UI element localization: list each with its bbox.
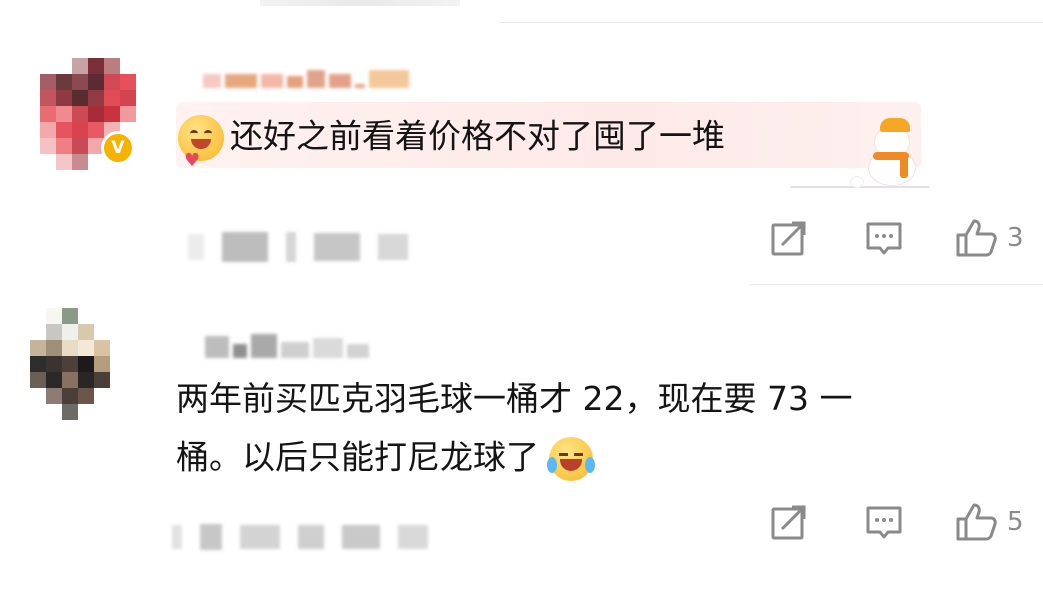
- username[interactable]: [203, 70, 409, 88]
- divider-middle: [750, 284, 1043, 285]
- laughing-tears-emoji-icon: [547, 437, 595, 481]
- verified-badge: V: [101, 131, 135, 165]
- comment-meta: [172, 524, 428, 550]
- like-count: 3: [1007, 223, 1024, 253]
- share-button[interactable]: [770, 219, 808, 257]
- comment-actions: 5: [770, 502, 1024, 542]
- hug-emoji-icon: ♥: [178, 115, 224, 171]
- share-icon: [771, 505, 806, 540]
- reply-button[interactable]: [865, 503, 903, 541]
- comment-text: ♥ 还好之前看着价格不对了囤了一堆: [178, 115, 725, 171]
- comment-icon: [866, 222, 902, 255]
- share-icon: [771, 221, 806, 256]
- like-button[interactable]: 5: [955, 502, 1024, 542]
- thumbs-up-icon: [956, 219, 997, 257]
- comment-text-line-1: 两年前买匹克羽毛球一桶才 22，现在要 73 一: [176, 379, 853, 418]
- comment-item-2: 两年前买匹克羽毛球一桶才 22，现在要 73 一 桶。以后只能打尼龙球了 5: [0, 290, 1043, 590]
- username[interactable]: [205, 334, 369, 358]
- like-button[interactable]: 3: [955, 218, 1024, 258]
- comment-item-1: V ♥ 还好之前看着价格不对了囤了一堆 3: [0, 0, 1043, 290]
- avatar[interactable]: [30, 308, 142, 420]
- comment-meta: [188, 232, 408, 262]
- like-count: 5: [1007, 507, 1024, 537]
- thumbs-up-icon: [956, 503, 997, 541]
- comment-actions: 3: [770, 218, 1024, 258]
- comment-text-line-2: 桶。以后只能打尼龙球了: [176, 437, 539, 477]
- comment-icon: [866, 506, 902, 539]
- reply-button[interactable]: [865, 219, 903, 257]
- snowman-sticker: [790, 112, 930, 192]
- share-button[interactable]: [770, 503, 808, 541]
- comment-text-line-1: 还好之前看着价格不对了囤了一堆: [230, 116, 725, 156]
- avatar[interactable]: [40, 58, 152, 170]
- comment-text-line-2-wrap: 桶。以后只能打尼龙球了: [176, 437, 595, 481]
